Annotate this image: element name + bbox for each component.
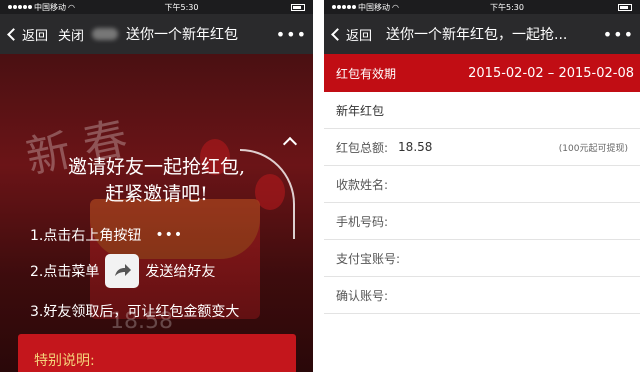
back-label: 返回 [346,28,373,44]
status-bar: 中国移动 ◠ 下午5:30 [0,0,313,14]
withdraw-note: (100元起可提现) [558,143,628,154]
close-button[interactable]: 关闭 [58,25,84,44]
step-2: 2.点击菜单 发送给好友 [30,254,215,288]
right-phone-screen: 中国移动 ◠ 下午5:30 返回 送你一个新年红包，一起抢... ••• 红包有… [324,0,640,372]
status-bar: 中国移动 ◠ 下午5:30 [324,0,640,14]
back-label: 返回 [22,28,49,44]
confirm-account-row: 确认账号: [324,277,640,314]
total-amount-row: 红包总额: 18.58 (100元起可提现) [324,129,640,166]
confirm-account-input[interactable] [388,287,628,303]
chevron-left-icon [331,27,344,41]
form-content: 红包有效期 2015-02-02 – 2015-02-08 新年红包 红包总额:… [324,54,640,372]
phone-number-label: 手机号码: [336,214,389,229]
step-2-text-before: 2.点击菜单 [30,264,100,280]
left-phone-screen: 中国移动 ◠ 下午5:30 返回 关闭 送你一个新年红包 ••• 新 春 邀请好… [0,0,313,372]
more-dots-icon: ••• [155,227,184,243]
total-label: 红包总额: [336,140,389,155]
validity-dates: 2015-02-02 – 2015-02-08 [468,65,634,81]
page-title: 送你一个新年红包 [126,27,239,43]
total-value: 18.58 [398,140,433,154]
blurred-avatar [92,28,119,40]
nav-bar: 返回 送你一个新年红包，一起抢... ••• [324,14,640,54]
wifi-icon: ◠ [392,2,399,12]
special-note-banner: 特别说明: [18,334,296,372]
special-note-label: 特别说明: [34,353,95,369]
share-icon [105,254,140,288]
packet-name-row: 新年红包 [324,92,640,129]
alipay-account-input[interactable] [400,250,628,266]
alipay-account-label: 支付宝账号: [336,251,401,266]
clock: 下午5:30 [490,2,524,12]
battery-icon [617,3,632,11]
more-button[interactable]: ••• [597,25,634,44]
battery-icon [290,3,305,11]
step-1-text: 1.点击右上角按钮 [30,228,142,244]
packet-name: 新年红包 [336,103,385,118]
signal-indicator: 中国移动 ◠ [332,2,399,13]
back-button[interactable]: 返回 [330,25,372,44]
phone-number-row: 手机号码: [324,203,640,240]
arrow-up-icon [282,136,298,152]
chevron-left-icon [7,27,20,41]
signal-dots-icon [8,5,32,9]
hero-line-1: 邀请好友一起抢红包, [67,156,246,178]
alipay-account-row: 支付宝账号: [324,240,640,277]
page-title: 送你一个新年红包，一起抢... [386,27,568,43]
signal-dots-icon [332,5,356,9]
payee-name-row: 收款姓名: [324,166,640,203]
signal-indicator: 中国移动 ◠ [8,2,75,13]
wifi-icon: ◠ [68,2,75,12]
validity-row: 红包有效期 2015-02-02 – 2015-02-08 [324,54,640,92]
nav-bar: 返回 关闭 送你一个新年红包 ••• [0,14,313,54]
more-button[interactable]: ••• [270,25,307,44]
carrier-name: 中国移动 [358,2,390,12]
hero-line-2: 赶紧邀请吧! [105,183,208,205]
phone-number-input[interactable] [388,213,628,229]
step-1: 1.点击右上角按钮 ••• [30,225,183,245]
promo-content: 新 春 邀请好友一起抢红包, 赶紧邀请吧! 1.点击右上角按钮 ••• 2.点击… [0,54,313,372]
payee-name-label: 收款姓名: [336,177,389,192]
validity-label: 红包有效期 [336,66,397,81]
payee-name-input[interactable] [388,176,628,192]
carrier-name: 中国移动 [34,2,66,12]
back-button[interactable]: 返回 [6,25,48,44]
screenshot-canvas: 中国移动 ◠ 下午5:30 返回 关闭 送你一个新年红包 ••• 新 春 邀请好… [0,0,640,372]
clock: 下午5:30 [164,2,199,12]
confirm-account-label: 确认账号: [336,288,389,303]
amount-watermark: 18.58 [110,309,173,334]
step-2-text-after: 发送给好友 [145,264,216,280]
